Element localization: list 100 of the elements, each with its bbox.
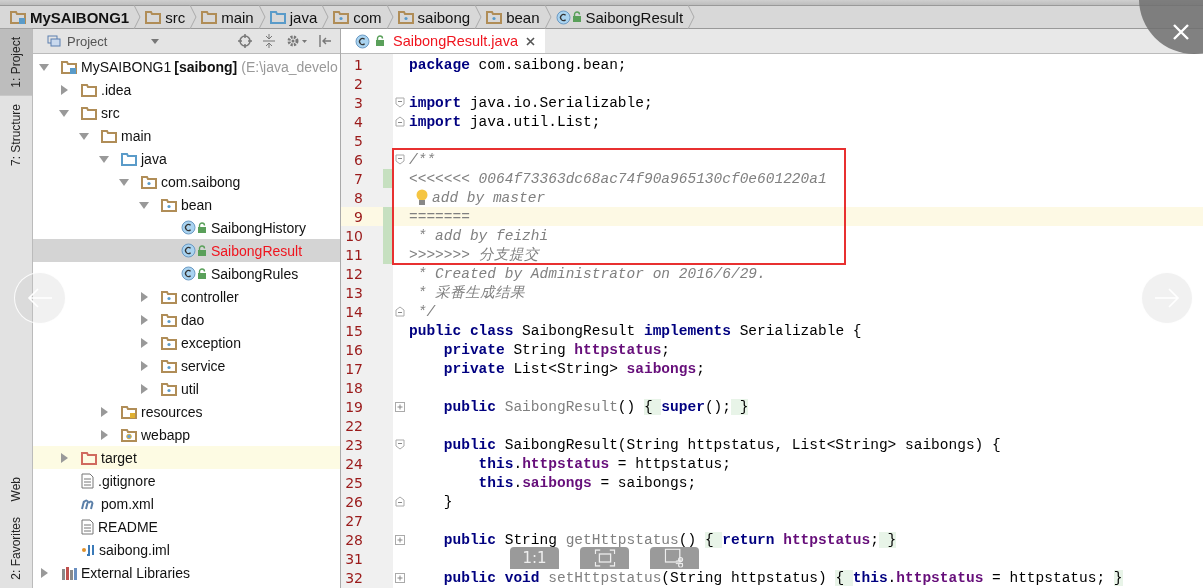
tree-row[interactable]: bean [33,193,340,216]
expanded-arrow-icon[interactable] [139,199,149,210]
fold-marker-icon[interactable] [395,496,405,507]
folder-icon [61,59,77,74]
tree-row[interactable]: saibong.iml [33,538,340,561]
fold-marker-icon[interactable] [395,97,405,108]
fold-marker-icon[interactable] [395,154,405,165]
collapsed-arrow-icon[interactable] [59,84,69,95]
line-number: 28 [344,531,363,548]
expanded-arrow-icon[interactable] [119,176,129,187]
collapsed-arrow-icon[interactable] [99,429,109,440]
collapsed-arrow-icon[interactable] [139,383,149,394]
tree-item-label: resources [141,403,203,420]
fit-button[interactable] [580,547,629,569]
tree-row[interactable]: .idea [33,78,340,101]
line-number: 32 [344,569,363,586]
tool-window-tab[interactable]: 2: Favorites [0,509,32,588]
breadcrumb[interactable]: MySAIBONG1 [6,6,134,28]
collapsed-arrow-icon[interactable] [139,291,149,302]
folder-icon [101,128,117,143]
fold-marker-icon[interactable] [395,439,405,450]
change-marker[interactable] [383,207,393,226]
tree-row[interactable]: pom.xml [33,492,340,515]
expanded-arrow-icon[interactable] [59,107,69,118]
tree-item-label: controller [181,288,239,305]
tree-row[interactable]: README [33,515,340,538]
fold-marker-icon[interactable] [395,306,405,317]
tree-item-label: SaibongResult [211,242,303,259]
expand-fold-icon[interactable] [395,401,405,412]
settings-icon[interactable] [286,34,308,48]
line-number: 13 [344,284,363,301]
line-number: 8 [353,189,363,206]
chevron-icon [687,5,696,29]
change-marker[interactable] [383,245,393,264]
expanded-arrow-icon[interactable] [99,153,109,164]
tool-window-tab[interactable]: 1: Project [0,29,32,96]
collapsed-arrow-icon[interactable] [139,360,149,371]
folder-icon [161,358,177,373]
code-line: } [442,493,453,510]
lightbulb-icon[interactable] [415,189,429,206]
collapsed-arrow-icon[interactable] [39,567,49,578]
breadcrumb[interactable]: src [141,6,190,28]
collapsed-arrow-icon[interactable] [99,406,109,417]
folder-icon [161,197,177,212]
folder-icon [161,289,177,304]
tool-window-tab[interactable]: 7: Structure [0,95,32,174]
tree-row[interactable]: webapp [33,423,340,446]
breadcrumb[interactable]: SaibongResult [551,6,688,28]
tree-row[interactable]: controller [33,285,340,308]
tree-row[interactable]: SaibongHistory [33,216,340,239]
locate-icon[interactable] [238,34,252,48]
tree-row[interactable]: main [33,124,340,147]
lock-icon [197,267,207,280]
fit-screen-icon [594,549,615,567]
close-icon[interactable] [525,36,535,46]
editor-tab[interactable]: SaibongResult.java [341,29,545,53]
tree-row[interactable]: resources [33,400,340,423]
tree-row[interactable]: java [33,147,340,170]
line-number: 9 [353,208,363,225]
code-line: import java.util.List; [408,113,601,130]
breadcrumb[interactable]: java [265,6,322,28]
tree-row[interactable]: .gitignore [33,469,340,492]
tree-row[interactable]: src [33,101,340,124]
breadcrumb[interactable]: saibong [393,6,475,28]
tree-item-label: MySAIBONG1 [81,58,172,75]
collapse-icon[interactable] [262,34,276,48]
tree-row[interactable]: SaibongRules [33,262,340,285]
expand-fold-icon[interactable] [395,534,405,545]
tree-row[interactable]: service [33,354,340,377]
tree-item-label: src [101,104,120,121]
tree-row[interactable]: util [33,377,340,400]
hide-panel-icon[interactable] [318,34,332,48]
tree-row[interactable]: exception [33,331,340,354]
collapsed-arrow-icon[interactable] [139,314,149,325]
collapsed-arrow-icon[interactable] [59,452,69,463]
breadcrumb[interactable]: main [197,6,258,28]
tool-window-tab[interactable]: Web [0,468,32,510]
expand-fold-icon[interactable] [395,572,405,583]
tree-row[interactable]: MySAIBONG1 [saibong] (E:\java_develo [33,55,340,78]
expanded-arrow-icon[interactable] [39,61,49,72]
tree-row[interactable]: External Libraries [33,561,340,584]
tree-item-label: com.saibong [161,173,241,190]
expanded-arrow-icon[interactable] [79,130,89,141]
tree-item-label: External Libraries [81,564,190,581]
tree-row[interactable]: dao [33,308,340,331]
breadcrumb[interactable]: com [329,6,386,28]
fold-marker-icon[interactable] [395,116,405,127]
tree-row[interactable]: target [33,446,340,469]
tree-row[interactable]: com.saibong [33,170,340,193]
edit-button[interactable] [650,547,699,569]
folder-icon [161,312,177,327]
line-number: 15 [344,322,363,339]
folder-icon [161,381,177,396]
tree-item-label: dao [181,311,205,328]
caret-icon [151,38,159,44]
view-dropdown[interactable]: Project [41,32,165,50]
breadcrumb[interactable]: bean [482,6,544,28]
change-marker[interactable] [383,169,393,188]
tree-item-label: bean [181,196,213,213]
collapsed-arrow-icon[interactable] [139,337,149,348]
